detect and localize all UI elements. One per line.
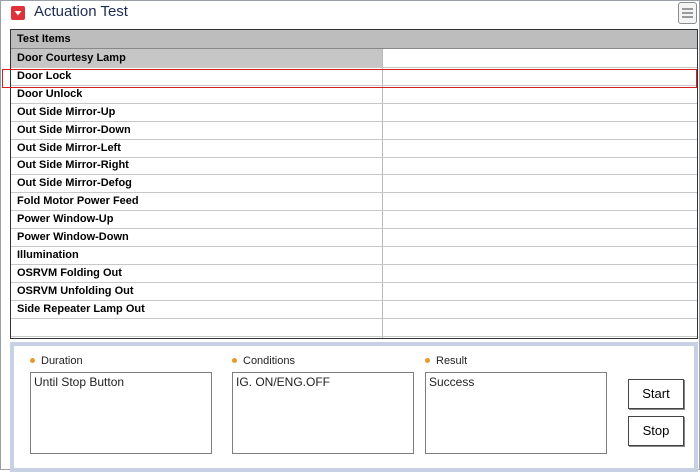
table-row[interactable]: Out Side Mirror-Down <box>11 121 697 140</box>
test-item-label: Out Side Mirror-Defog <box>17 177 132 190</box>
dropdown-icon[interactable] <box>11 6 25 20</box>
menu-icon[interactable] <box>678 2 697 24</box>
title-bar: Actuation Test <box>0 0 700 26</box>
duration-field[interactable]: Until Stop Button <box>30 372 212 454</box>
result-label: Result <box>425 355 467 367</box>
test-info-panel: Duration Until Stop Button Conditions IG… <box>10 342 698 472</box>
table-row[interactable]: Out Side Mirror-Left <box>11 139 697 158</box>
table-row[interactable]: Power Window-Up <box>11 210 697 230</box>
test-item-label: Power Window-Up <box>17 213 114 226</box>
conditions-field[interactable]: IG. ON/ENG.OFF <box>232 372 414 454</box>
bullet-icon <box>30 358 35 363</box>
test-item-label: Out Side Mirror-Left <box>17 141 121 154</box>
start-button[interactable]: Start <box>628 379 684 409</box>
table-row[interactable]: Out Side Mirror-Up <box>11 103 697 122</box>
table-row[interactable]: OSRVM Folding Out <box>11 264 697 283</box>
test-item-label: OSRVM Folding Out <box>17 266 122 279</box>
test-items-table: Test Items Door Courtesy Lamp Door Lock Do… <box>10 29 698 339</box>
test-item-label: Side Repeater Lamp Out <box>17 302 145 315</box>
test-item-label: Illumination <box>17 248 79 261</box>
test-item-label: Out Side Mirror-Up <box>17 105 116 118</box>
table-cell <box>11 318 382 336</box>
bullet-icon <box>232 358 237 363</box>
table-row[interactable]: Side Repeater Lamp Out <box>11 300 697 319</box>
page-title: Actuation Test <box>34 3 128 20</box>
table-row[interactable]: OSRVM Unfolding Out <box>11 282 697 301</box>
stop-button[interactable]: Stop <box>628 416 684 446</box>
conditions-label: Conditions <box>232 355 295 367</box>
table-row[interactable]: Door Courtesy Lamp <box>11 49 697 68</box>
table-row[interactable] <box>11 318 697 337</box>
table-row[interactable]: Door Unlock <box>11 85 697 104</box>
table-row[interactable]: Out Side Mirror-Defog <box>11 174 697 194</box>
table-row[interactable]: Illumination <box>11 246 697 265</box>
table-row[interactable]: Power Window-Down <box>11 228 697 247</box>
test-item-label: Out Side Mirror-Right <box>17 159 129 172</box>
test-item-label: Door Lock <box>17 69 72 82</box>
table-row[interactable]: Fold Motor Power Feed <box>11 192 697 212</box>
column-header-test-items: Test Items <box>17 33 71 45</box>
test-item-label: Fold Motor Power Feed <box>17 195 139 208</box>
table-row[interactable]: Door Lock <box>11 67 697 86</box>
test-item-label: Door Unlock <box>17 87 83 100</box>
result-field[interactable]: Success <box>425 372 607 454</box>
table-row[interactable]: Out Side Mirror-Right <box>11 156 697 176</box>
bullet-icon <box>425 358 430 363</box>
test-item-label: Door Courtesy Lamp <box>17 52 126 64</box>
table-header: Test Items <box>11 30 697 49</box>
duration-label: Duration <box>30 355 83 367</box>
test-item-label: OSRVM Unfolding Out <box>17 284 134 297</box>
test-item-label: Out Side Mirror-Down <box>17 123 131 136</box>
test-item-label: Power Window-Down <box>17 231 129 243</box>
